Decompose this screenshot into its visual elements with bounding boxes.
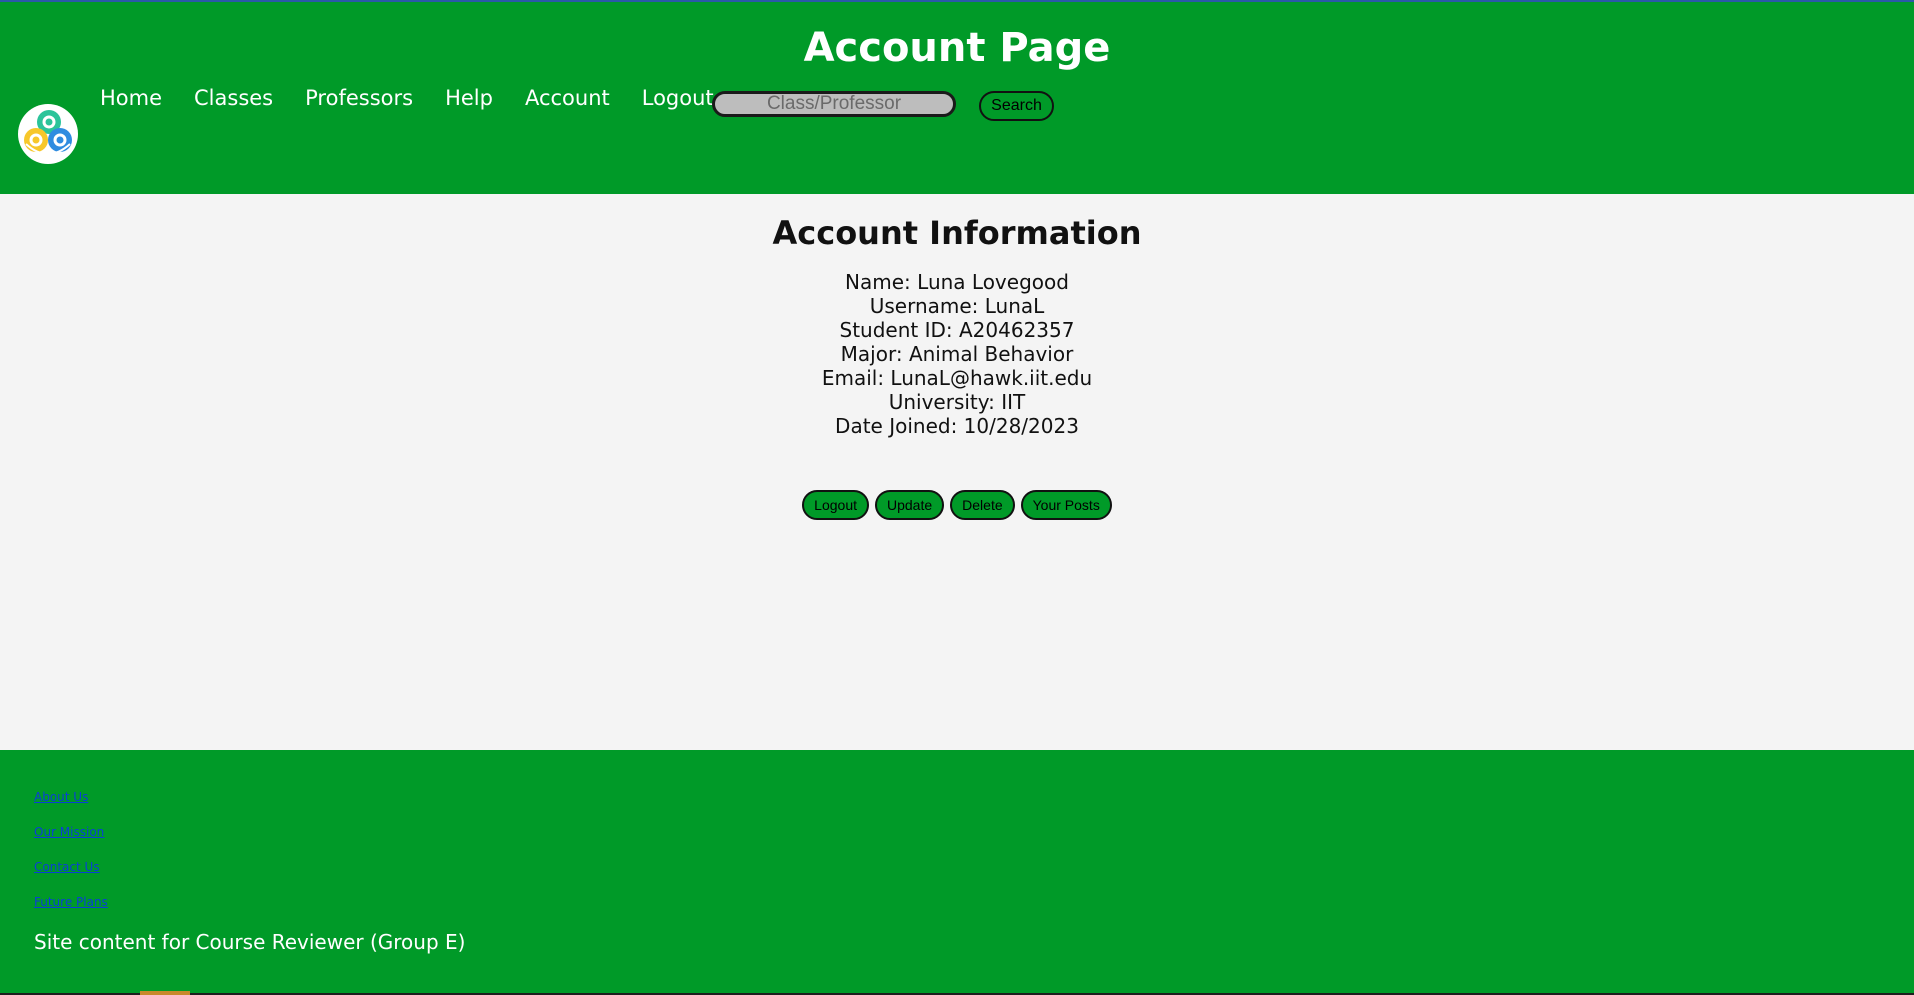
site-footer: About Us Our Mission Contact Us Future P…: [0, 750, 1914, 993]
nav-account-link[interactable]: Account: [525, 82, 610, 114]
account-content: Account Information Name: Luna Lovegood …: [0, 194, 1914, 750]
delete-button[interactable]: Delete: [950, 490, 1015, 520]
footer-credit: Site content for Course Reviewer (Group …: [34, 930, 466, 954]
footer-our-mission-link[interactable]: Our Mission: [34, 825, 108, 840]
page-title: Account Page: [803, 25, 1111, 71]
account-username: Username: LunaL: [869, 294, 1045, 318]
account-name: Name: Luna Lovegood: [845, 270, 1069, 294]
search-input[interactable]: [712, 91, 956, 117]
your-posts-button[interactable]: Your Posts: [1020, 490, 1112, 520]
search-button[interactable]: Search: [979, 91, 1054, 121]
account-student-id: Student ID: A20462357: [839, 318, 1075, 342]
nav-professors-link[interactable]: Professors: [305, 82, 413, 114]
footer-future-plans-link[interactable]: Future Plans: [34, 895, 108, 910]
account-date-joined: Date Joined: 10/28/2023: [835, 414, 1079, 438]
nav-classes-link[interactable]: Classes: [194, 82, 273, 114]
account-email: Email: LunaL@hawk.iit.edu: [821, 366, 1093, 390]
account-university: University: IIT: [888, 390, 1026, 414]
account-major: Major: Animal Behavior: [840, 342, 1074, 366]
account-actions: Logout Update Delete Your Posts: [0, 490, 1914, 520]
nav-home-link[interactable]: Home: [100, 82, 162, 114]
account-info-heading: Account Information: [772, 214, 1142, 252]
nav-help-link[interactable]: Help: [445, 82, 493, 114]
main-nav: Home Classes Professors Help Account Log…: [100, 82, 746, 114]
footer-links: About Us Our Mission Contact Us Future P…: [34, 790, 108, 930]
swirl-logo-icon[interactable]: [16, 102, 80, 166]
bottom-accent: [140, 991, 190, 995]
logout-button[interactable]: Logout: [802, 490, 869, 520]
site-header: Account Page Home Classes Professors Hel…: [0, 2, 1914, 194]
footer-about-us-link[interactable]: About Us: [34, 790, 108, 805]
footer-contact-us-link[interactable]: Contact Us: [34, 860, 108, 875]
account-info-list: Name: Luna Lovegood Username: LunaL Stud…: [0, 270, 1914, 438]
nav-logout-link[interactable]: Logout: [642, 82, 714, 114]
update-button[interactable]: Update: [875, 490, 945, 520]
